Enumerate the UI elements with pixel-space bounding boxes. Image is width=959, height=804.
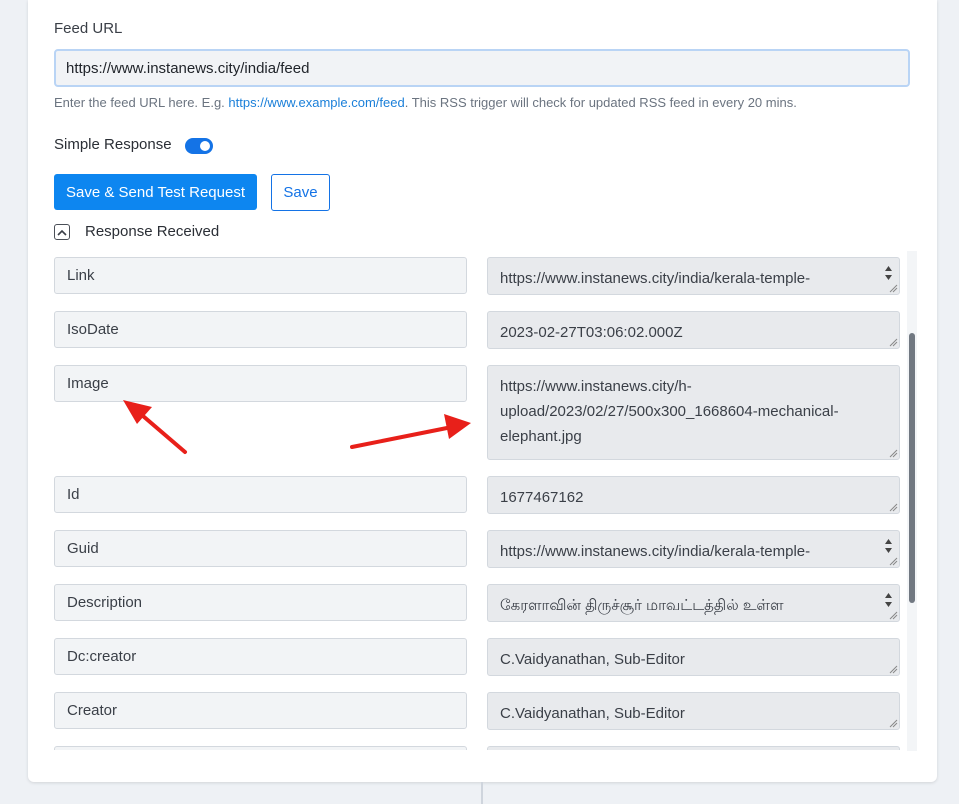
field-value-text: 2023-02-27T03:06:02.000Z bbox=[500, 324, 683, 341]
resize-grip-icon[interactable] bbox=[888, 448, 898, 458]
resize-grip-icon[interactable] bbox=[888, 718, 898, 728]
field-key-next bbox=[54, 746, 467, 750]
feed-url-label: Feed URL bbox=[54, 20, 123, 37]
field-value-creator[interactable]: C.Vaidyanathan, Sub-Editor bbox=[487, 692, 900, 730]
field-value-line: upload/2023/02/27/500x300_1668604-mechan… bbox=[500, 403, 839, 420]
simple-response-toggle[interactable] bbox=[185, 138, 213, 154]
field-value-next[interactable] bbox=[487, 746, 900, 750]
example-feed-link[interactable]: https://www.example.com/feed bbox=[228, 95, 404, 110]
trigger-config-card: Feed URL Enter the feed URL here. E.g. h… bbox=[28, 0, 937, 782]
field-value-guid[interactable]: https://www.instanews.city/india/kerala-… bbox=[487, 530, 900, 568]
field-value-line: https://www.instanews.city/h- bbox=[500, 378, 692, 395]
field-value-line: elephant.jpg bbox=[500, 428, 582, 445]
spinner-arrows-icon[interactable] bbox=[884, 590, 893, 610]
field-key-link: Link bbox=[54, 257, 467, 294]
toggle-knob bbox=[200, 141, 210, 151]
hint-prefix: Enter the feed URL here. E.g. bbox=[54, 95, 229, 110]
resize-grip-icon[interactable] bbox=[888, 502, 898, 512]
spinner-arrows-icon[interactable] bbox=[884, 263, 893, 283]
save-button[interactable]: Save bbox=[271, 174, 330, 211]
field-key-dc-creator: Dc:creator bbox=[54, 638, 467, 675]
divider-line bbox=[481, 782, 483, 804]
response-scrollbar-thumb[interactable] bbox=[909, 333, 915, 603]
response-received-label: Response Received bbox=[85, 223, 220, 240]
response-fields: Link https://www.instanews.city/india/ke… bbox=[54, 256, 914, 750]
field-value-description[interactable]: கேரளாவின் திருச்சூர் மாவட்டத்தில் உள்ள bbox=[487, 584, 900, 622]
spinner-arrows-icon[interactable] bbox=[884, 536, 893, 556]
field-value-image[interactable]: https://www.instanews.city/h- upload/202… bbox=[487, 365, 900, 460]
field-key-creator: Creator bbox=[54, 692, 467, 729]
field-value-text: C.Vaidyanathan, Sub-Editor bbox=[500, 651, 685, 668]
save-send-test-button[interactable]: Save & Send Test Request bbox=[54, 174, 257, 210]
resize-grip-icon[interactable] bbox=[888, 610, 898, 620]
field-value-text: https://www.instanews.city/india/kerala-… bbox=[500, 543, 811, 560]
field-value-dc-creator[interactable]: C.Vaidyanathan, Sub-Editor bbox=[487, 638, 900, 676]
field-key-description: Description bbox=[54, 584, 467, 621]
field-key-image: Image bbox=[54, 365, 467, 402]
field-value-text: C.Vaidyanathan, Sub-Editor bbox=[500, 705, 685, 722]
hint-suffix: . This RSS trigger will check for update… bbox=[404, 95, 797, 110]
field-value-link[interactable]: https://www.instanews.city/india/kerala-… bbox=[487, 257, 900, 295]
field-key-id: Id bbox=[54, 476, 467, 513]
resize-grip-icon[interactable] bbox=[888, 337, 898, 347]
field-value-text: கேரளாவின் திருச்சூர் மாவட்டத்தில் உள்ள bbox=[500, 597, 784, 614]
simple-response-label: Simple Response bbox=[54, 136, 172, 153]
field-value-text: 1677467162 bbox=[500, 489, 584, 506]
field-key-guid: Guid bbox=[54, 530, 467, 567]
feed-url-hint: Enter the feed URL here. E.g. https://ww… bbox=[54, 95, 797, 110]
field-value-id[interactable]: 1677467162 bbox=[487, 476, 900, 514]
field-value-isodate[interactable]: 2023-02-27T03:06:02.000Z bbox=[487, 311, 900, 349]
field-value-text: https://www.instanews.city/india/kerala-… bbox=[500, 270, 811, 287]
resize-grip-icon[interactable] bbox=[888, 664, 898, 674]
field-key-isodate: IsoDate bbox=[54, 311, 467, 348]
chevron-up-icon[interactable] bbox=[54, 224, 70, 240]
resize-grip-icon[interactable] bbox=[888, 556, 898, 566]
feed-url-input[interactable] bbox=[54, 49, 910, 87]
resize-grip-icon[interactable] bbox=[888, 283, 898, 293]
